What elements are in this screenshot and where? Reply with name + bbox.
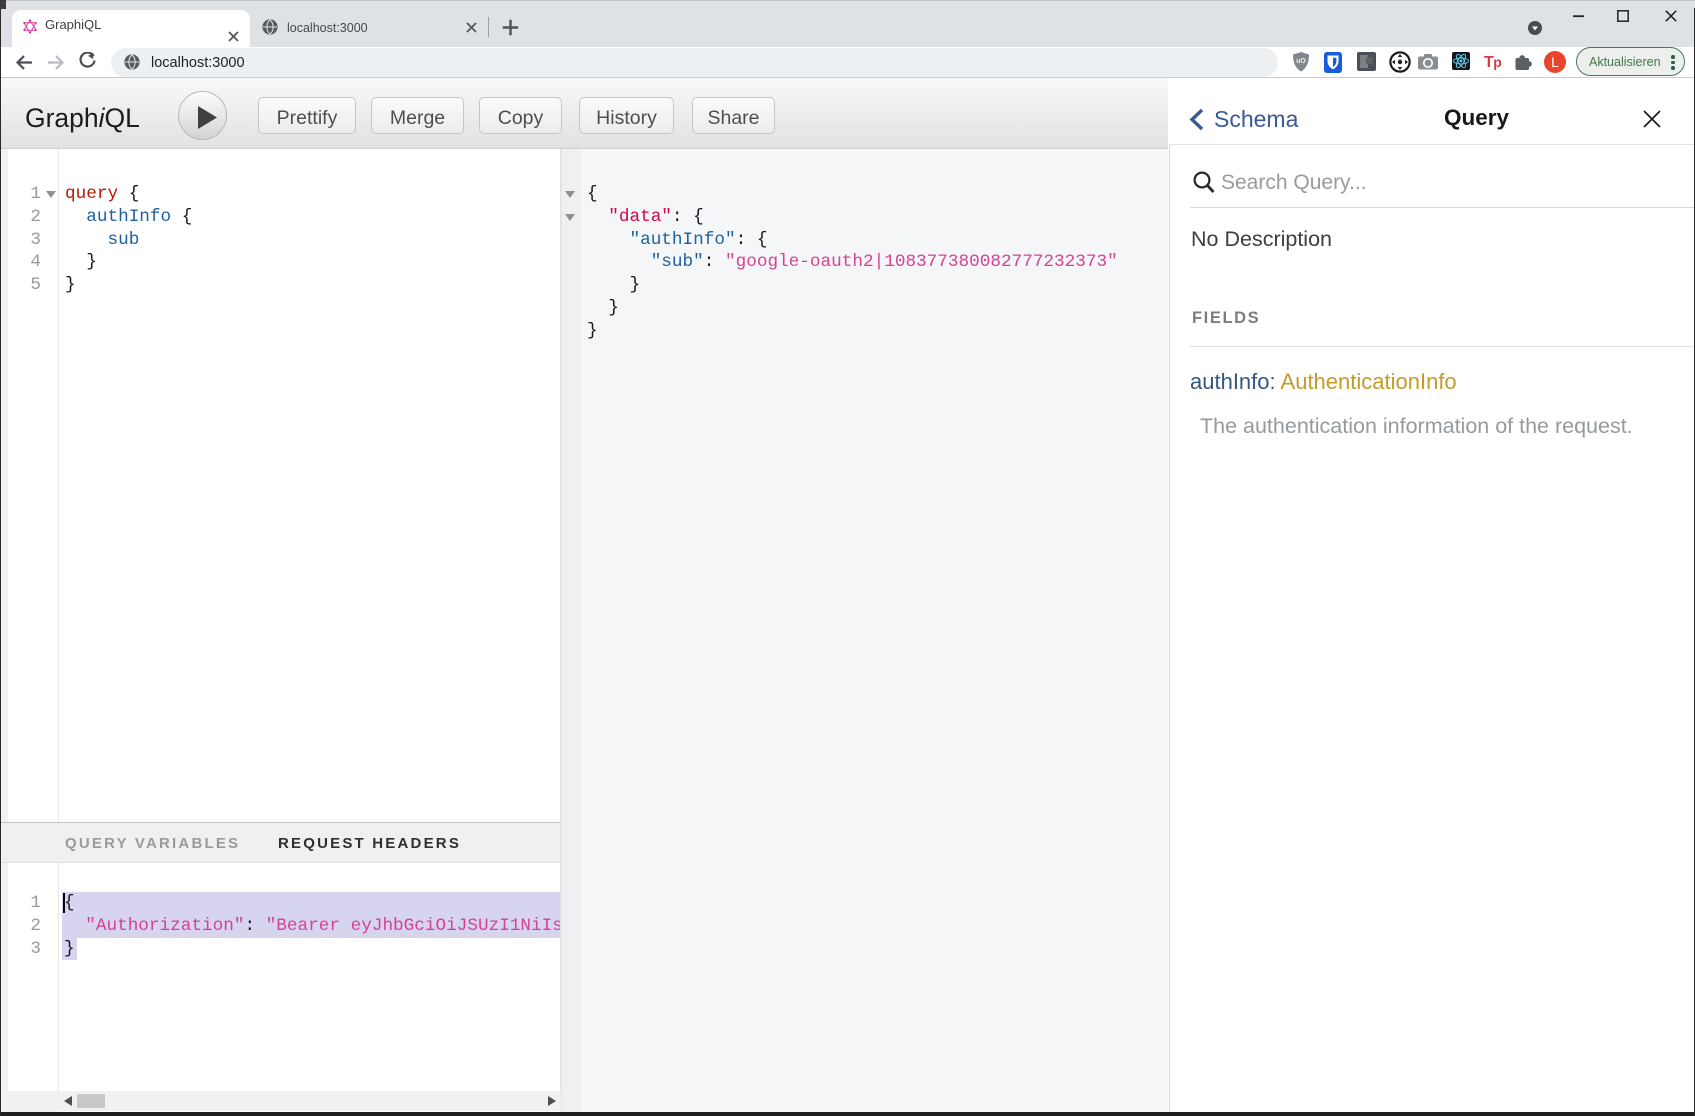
svg-text:uO: uO: [1296, 58, 1306, 65]
